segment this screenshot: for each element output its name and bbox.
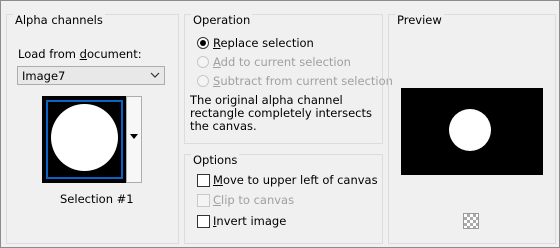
- selection-thumbnail-image: [46, 100, 123, 179]
- selection-thumbnail-frame: [42, 96, 127, 183]
- selection-thumbnail[interactable]: [42, 96, 142, 183]
- options-title: Options: [191, 153, 240, 167]
- preview-canvas: [401, 88, 543, 175]
- clip-to-canvas-label: Clip to canvas: [213, 193, 295, 207]
- load-from-document-label: Load from document:: [18, 47, 142, 61]
- selection-circle-shape: [51, 104, 118, 171]
- chevron-down-icon: [150, 72, 160, 78]
- subtract-selection-label: Subtract from current selection: [213, 74, 393, 88]
- radio-button[interactable]: [197, 75, 209, 87]
- intersection-message: The original alpha channel rectangle com…: [190, 93, 373, 133]
- radio-button[interactable]: [197, 56, 209, 68]
- alpha-channels-title: Alpha channels: [13, 13, 105, 27]
- checkbox[interactable]: [197, 194, 210, 207]
- checkerboard-icon[interactable]: [463, 213, 479, 229]
- dropdown-arrow-icon: [130, 134, 138, 139]
- document-select[interactable]: Image7: [17, 66, 165, 85]
- add-to-selection-label: Add to current selection: [213, 55, 351, 69]
- document-select-value: Image7: [22, 69, 66, 83]
- move-to-upper-left-label: Move to upper left of canvas: [213, 173, 378, 187]
- operation-title: Operation: [191, 13, 253, 27]
- preview-selection-circle: [449, 109, 491, 151]
- checkbox[interactable]: [197, 215, 210, 228]
- preview-title: Preview: [395, 13, 444, 27]
- invert-image-label: Invert image: [213, 214, 287, 228]
- selection-name-label: Selection #1: [60, 192, 134, 206]
- replace-selection-label: Replace selection: [213, 36, 314, 50]
- thumbnail-dropdown-button[interactable]: [126, 96, 142, 183]
- checkbox[interactable]: [197, 174, 210, 187]
- radio-button[interactable]: [197, 37, 209, 49]
